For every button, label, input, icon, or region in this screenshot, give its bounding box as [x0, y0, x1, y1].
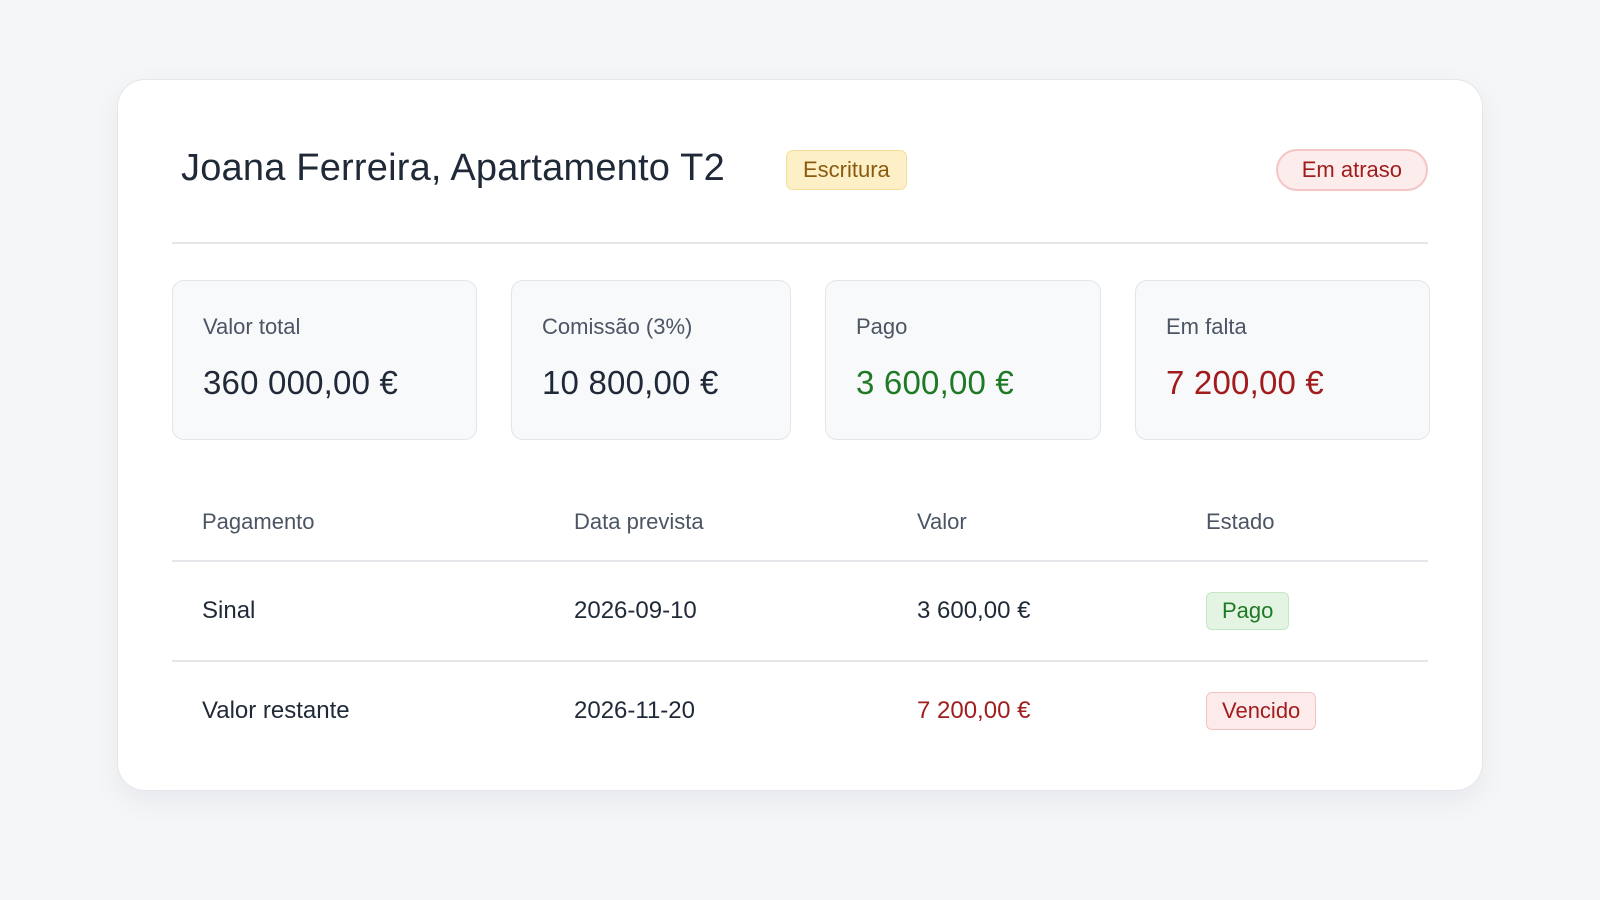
stat-outstanding: Em falta 7 200,00 € — [1135, 280, 1430, 440]
stat-paid: Pago 3 600,00 € — [825, 280, 1101, 440]
payment-amount: 3 600,00 € — [917, 597, 1031, 624]
stat-label: Pago — [856, 314, 908, 339]
status-badge-paid: Pago — [1206, 592, 1290, 630]
payment-amount: 7 200,00 € — [917, 697, 1031, 724]
stat-value: 7 200,00 € — [1166, 364, 1324, 401]
status-badge-overdue: Vencido — [1206, 692, 1317, 730]
stat-label: Em falta — [1166, 314, 1247, 339]
payment-name: Sinal — [202, 597, 256, 624]
table-row: Sinal 2026-09-10 3 600,00 € Pago — [172, 562, 1428, 662]
stat-value: 3 600,00 € — [856, 364, 1014, 401]
payment-name: Valor restante — [202, 697, 350, 724]
commission-card: Joana Ferreira, Apartamento T2 Escritura… — [117, 79, 1483, 791]
stat-value: 10 800,00 € — [542, 364, 719, 401]
payment-status-cell: Vencido — [1206, 662, 1317, 760]
payment-due-date: 2026-11-20 — [574, 697, 695, 724]
stat-label: Valor total — [203, 314, 301, 339]
payments-table-header: Pagamento Data prevista Valor Estado — [172, 480, 1428, 562]
stat-commission: Comissão (3%) 10 800,00 € — [511, 280, 791, 440]
stat-label: Comissão (3%) — [542, 314, 693, 339]
stat-total-value: Valor total 360 000,00 € — [172, 280, 477, 440]
column-header-due-date: Data prevista — [574, 509, 704, 534]
stage-badge: Escritura — [786, 150, 907, 190]
status-badge: Em atraso — [1275, 149, 1428, 191]
deal-title: Joana Ferreira, Apartamento T2 — [181, 147, 725, 189]
stat-value: 360 000,00 € — [203, 364, 399, 401]
card-header: Joana Ferreira, Apartamento T2 Escritura… — [172, 80, 1428, 244]
column-header-payment: Pagamento — [202, 509, 315, 534]
column-header-amount: Valor — [917, 509, 967, 534]
column-header-status: Estado — [1206, 509, 1275, 534]
payment-due-date: 2026-09-10 — [574, 597, 697, 624]
payment-status-cell: Pago — [1206, 562, 1290, 660]
table-row: Valor restante 2026-11-20 7 200,00 € Ven… — [172, 662, 1428, 760]
